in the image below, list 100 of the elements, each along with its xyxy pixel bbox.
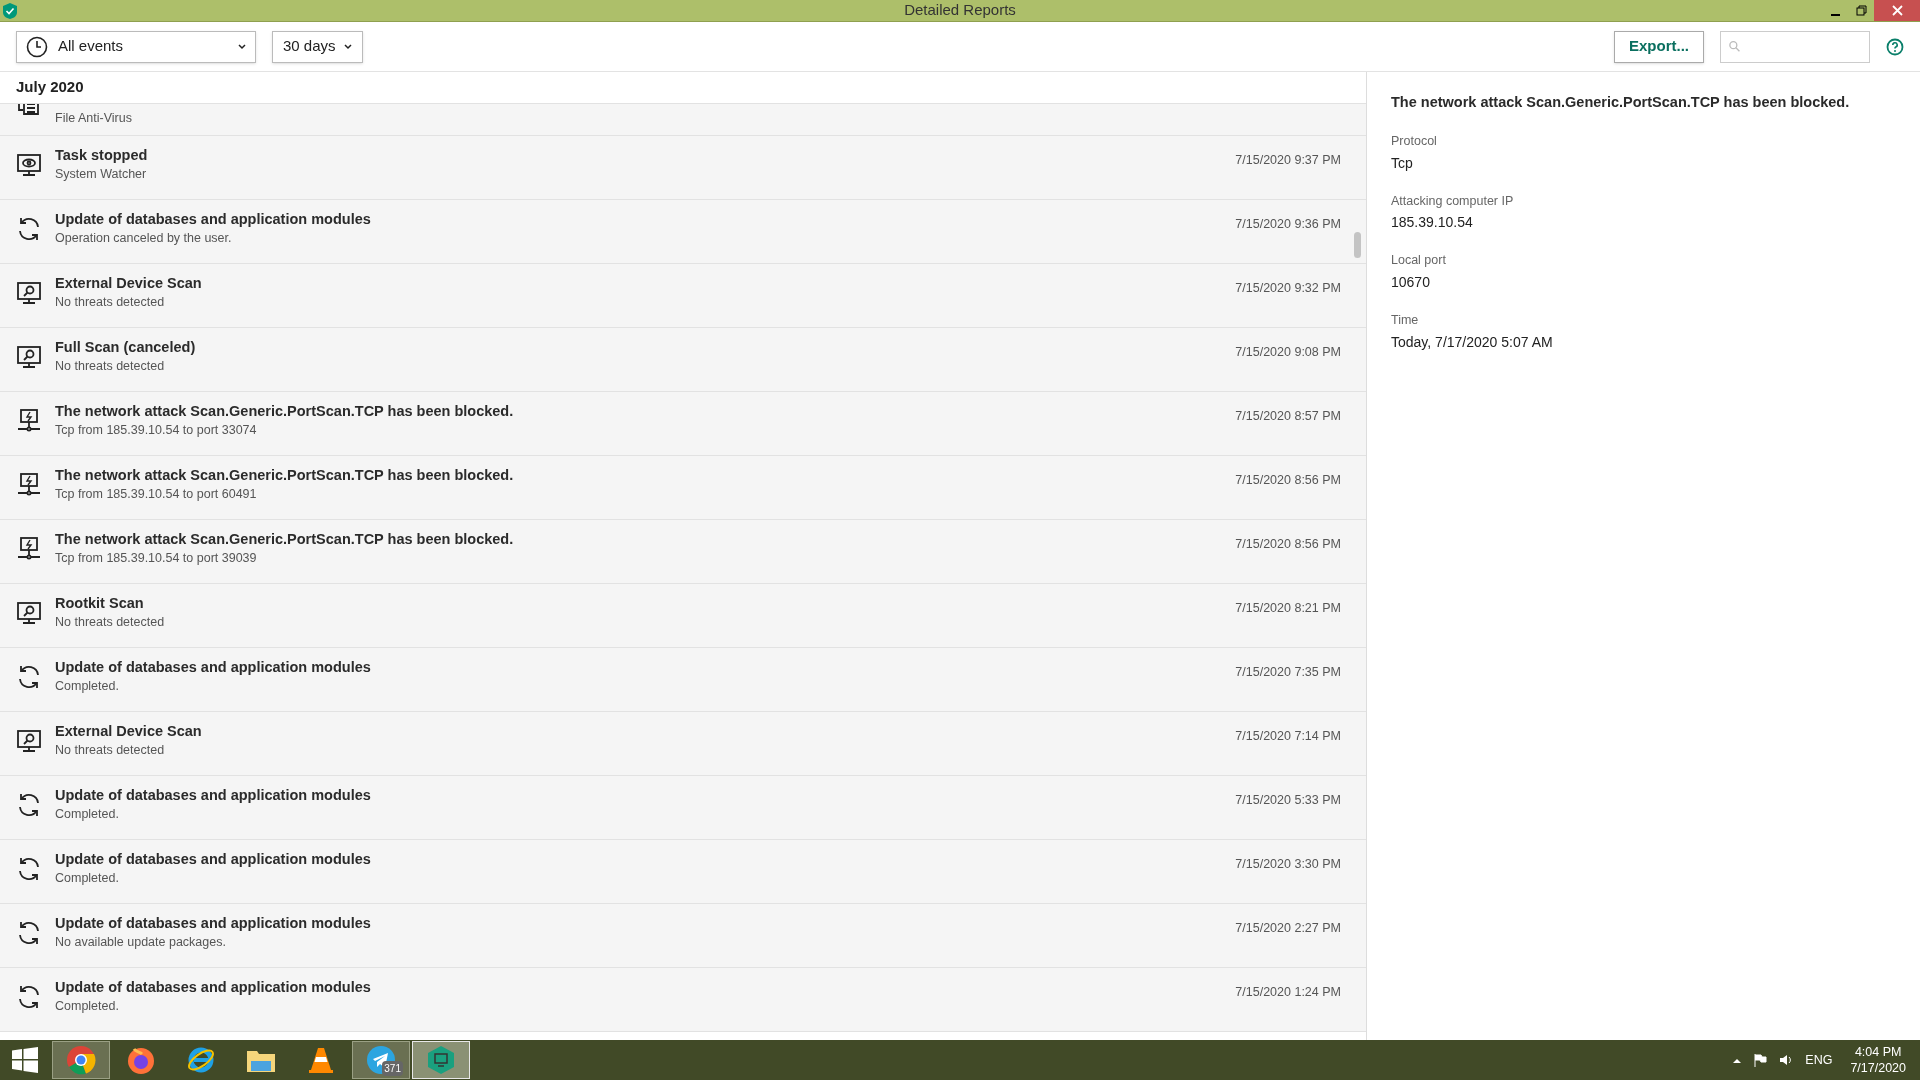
event-title: Update of databases and application modules <box>55 658 371 677</box>
event-row[interactable]: Update of databases and application modules Completed. 7/15/2020 3:30 PM <box>0 840 1366 904</box>
window-title: Detailed Reports <box>904 0 1016 21</box>
search-icon <box>1729 40 1741 53</box>
fox-globe-icon <box>126 1045 156 1075</box>
event-time: 7/15/2020 8:56 PM <box>1235 536 1341 553</box>
event-time: 7/15/2020 9:08 PM <box>1235 344 1341 361</box>
taskbar-app-button[interactable]: 371 <box>352 1041 410 1079</box>
event-subtitle: Completed. <box>55 870 120 887</box>
export-button[interactable]: Export... <box>1614 30 1704 63</box>
event-title: Update of databases and application modules <box>55 210 371 229</box>
event-title: The network attack Scan.Generic.PortScan.TCP has been blocked. <box>55 466 514 485</box>
event-subtitle: Completed. <box>55 806 120 823</box>
month-heading: July 2020 <box>16 77 84 98</box>
event-title: Update of databases and application modules <box>55 850 371 869</box>
restore-icon <box>1855 5 1867 16</box>
event-subtitle: No threats detected <box>55 742 166 759</box>
detail-label: Local port <box>1391 252 1447 270</box>
monitor-search-icon <box>15 599 43 627</box>
event-row[interactable]: Rootkit Scan No threats detected 7/15/2020 8:21 PM <box>0 584 1366 648</box>
event-row[interactable]: Update of databases and application modules Completed. 7/15/2020 5:33 PM <box>0 776 1366 840</box>
event-subtitle: File Anti-Virus <box>55 110 132 127</box>
hexagon-monitor-icon <box>426 1045 456 1075</box>
help-icon[interactable] <box>1886 37 1904 56</box>
event-time: 7/15/2020 8:56 PM <box>1235 472 1341 489</box>
event-title: External Device Scan <box>55 274 202 293</box>
event-time: 7/15/2020 3:30 PM <box>1235 856 1341 873</box>
event-subtitle: Tcp from 185.39.10.54 to port 39039 <box>55 550 258 567</box>
clock-icon <box>26 35 48 58</box>
detail-label: Time <box>1391 312 1420 329</box>
shield-check-icon <box>3 2 17 19</box>
event-subtitle: Completed. <box>55 678 120 695</box>
monitor-search-icon <box>15 343 43 371</box>
detail-label: Attacking computer IP <box>1391 192 1515 210</box>
chevron-down-icon <box>238 43 246 50</box>
event-subtitle: Completed. <box>55 998 120 1015</box>
event-row[interactable]: Update of databases and application modules Completed. 7/15/2020 7:35 PM <box>0 648 1366 712</box>
event-title: Update of databases and application modules <box>55 978 371 997</box>
close-icon <box>1891 5 1903 16</box>
event-row[interactable]: The network attack Scan.Generic.PortScan.TCP has been blocked. Tcp from 185.39.10.54 to port 33074 7/15/2020 8:57 PM <box>0 392 1366 456</box>
event-title: External Device Scan <box>55 722 202 741</box>
search-field[interactable] <box>1720 30 1870 63</box>
event-time: 7/15/2020 1:24 PM <box>1235 984 1341 1001</box>
detail-value: 185.39.10.54 <box>1391 213 1474 233</box>
traffic-cone-icon <box>306 1045 336 1075</box>
event-subtitle: Operation canceled by the user. <box>55 230 233 247</box>
monitor-eye-icon <box>15 151 43 179</box>
event-title: Full Scan (canceled) <box>55 338 196 357</box>
detail-value: Today, 7/17/2020 5:07 AM <box>1391 332 1554 352</box>
notification-badge: 371 <box>382 1061 403 1076</box>
event-row[interactable]: Task stopped System Watcher 7/15/2020 9:37 PM <box>0 136 1366 200</box>
speaker-icon[interactable] <box>1779 1053 1794 1067</box>
event-subtitle: System Watcher <box>55 166 148 183</box>
windows-logo-icon <box>12 1047 38 1073</box>
event-row[interactable]: File Anti-Virus <box>0 104 1366 136</box>
chrome-logo-icon <box>66 1045 96 1075</box>
event-time: 7/15/2020 7:14 PM <box>1235 728 1341 745</box>
flag-icon[interactable] <box>1753 1053 1768 1067</box>
event-subtitle: Tcp from 185.39.10.54 to port 60491 <box>55 486 258 503</box>
caret-up-icon[interactable] <box>1733 1057 1742 1063</box>
event-title: Update of databases and application modules <box>55 914 371 933</box>
period-filter-dropdown[interactable]: 30 days <box>272 30 363 63</box>
event-row[interactable]: Full Scan (canceled) No threats detected 7/15/2020 9:08 PM <box>0 328 1366 392</box>
monitor-search-icon <box>15 279 43 307</box>
event-row[interactable]: External Device Scan No threats detected 7/15/2020 7:14 PM <box>0 712 1366 776</box>
event-time: 7/15/2020 8:21 PM <box>1235 600 1341 617</box>
chevron-down-icon <box>343 43 352 50</box>
event-time: 7/15/2020 2:27 PM <box>1235 920 1341 937</box>
event-title: The network attack Scan.Generic.PortScan.TCP has been blocked. <box>55 402 514 421</box>
event-title: Task stopped <box>55 146 148 165</box>
event-time: 7/15/2020 5:33 PM <box>1235 792 1341 809</box>
event-subtitle: No threats detected <box>55 614 165 631</box>
browser-e-icon <box>186 1045 216 1075</box>
monitor-search-icon <box>15 727 43 755</box>
event-title: Rootkit Scan <box>55 594 145 613</box>
event-time: 7/15/2020 9:32 PM <box>1235 280 1341 297</box>
clock[interactable]: 4:04 PM 7/17/2020 <box>1850 1044 1906 1076</box>
event-time: 7/15/2020 9:36 PM <box>1235 216 1341 233</box>
event-row[interactable]: External Device Scan No threats detected 7/15/2020 9:32 PM <box>0 264 1366 328</box>
event-title: The network attack Scan.Generic.PortScan.TCP has been blocked. <box>55 530 514 549</box>
scrollbar-thumb[interactable] <box>1354 232 1361 258</box>
event-title: Update of databases and application modules <box>55 786 371 805</box>
detail-title: The network attack Scan.Generic.PortScan.TCP has been blocked. <box>1391 93 1851 112</box>
event-row[interactable]: The network attack Scan.Generic.PortScan.TCP has been blocked. Tcp from 185.39.10.54 to port 39039 7/15/2020 8:56 PM <box>0 520 1366 584</box>
detail-value: Tcp <box>1391 153 1414 173</box>
detail-label: Protocol <box>1391 132 1438 150</box>
event-time: 7/15/2020 9:37 PM <box>1235 152 1341 169</box>
event-subtitle: No threats detected <box>55 294 166 311</box>
detail-value: 10670 <box>1391 273 1431 292</box>
event-subtitle: No threats detected <box>55 358 166 375</box>
event-subtitle: No available update packages. <box>55 934 227 951</box>
language-indicator[interactable]: ENG <box>1805 1050 1833 1070</box>
event-time: 7/15/2020 7:35 PM <box>1235 664 1341 681</box>
close-button[interactable] <box>1874 0 1920 21</box>
event-row[interactable]: The network attack Scan.Generic.PortScan.TCP has been blocked. Tcp from 185.39.10.54 to port 60491 7/15/2020 8:56 PM <box>0 456 1366 520</box>
minimize-icon <box>1830 13 1840 16</box>
event-row[interactable]: Update of databases and application modules Operation canceled by the user. 7/15/2020 9:36 PM <box>0 200 1366 264</box>
event-filter-dropdown[interactable]: All events <box>16 30 256 63</box>
event-time: 7/15/2020 8:57 PM <box>1235 408 1341 425</box>
event-row[interactable]: Update of databases and application modules No available update packages. 7/15/2020 2:27 PM <box>0 904 1366 968</box>
